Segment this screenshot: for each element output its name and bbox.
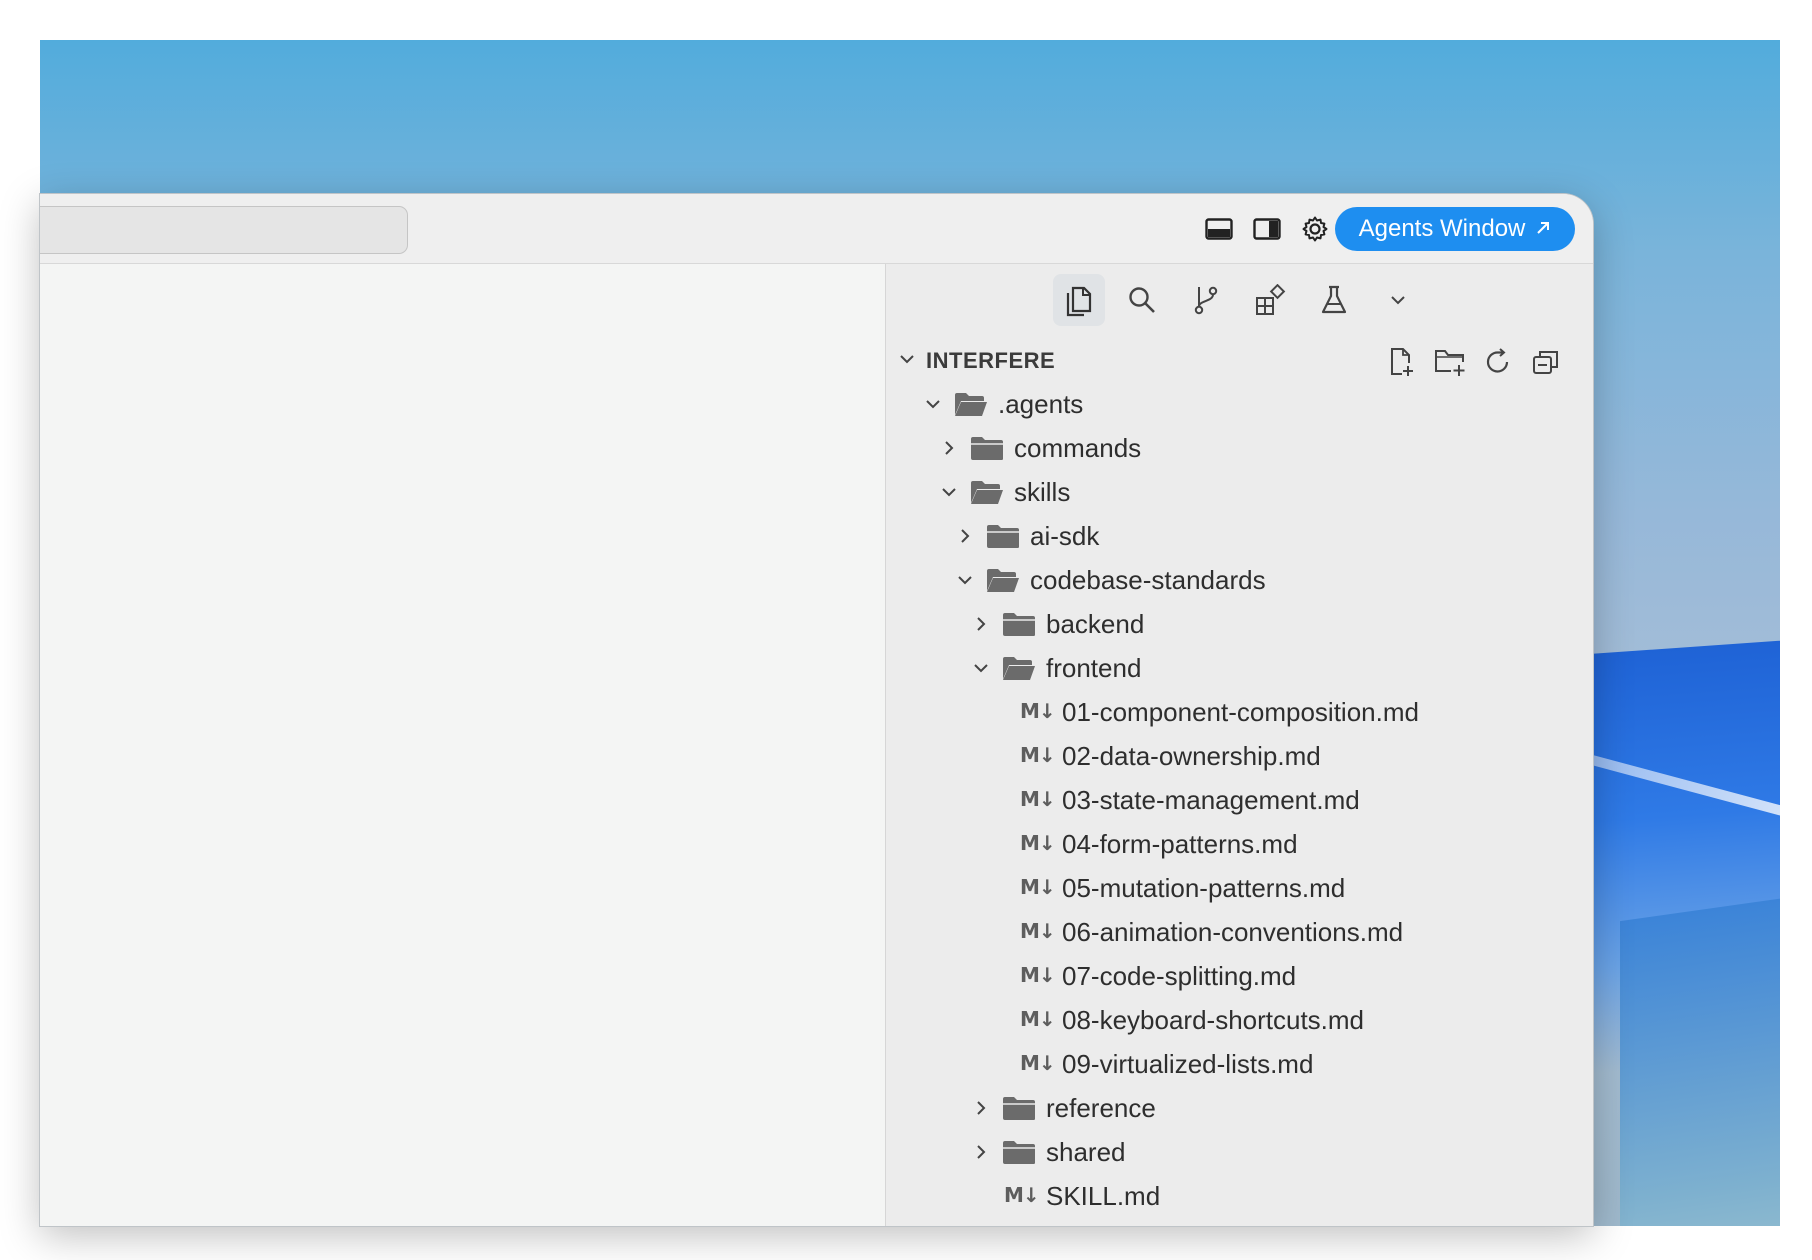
tree-item-label: commands: [1014, 433, 1142, 463]
markdown-icon: M↓: [1004, 1183, 1040, 1207]
editor-window: Agents Window INTERFERE .agents commands…: [40, 194, 1593, 1226]
explorer-icon[interactable]: [1053, 274, 1105, 326]
markdown-icon: M↓: [1020, 831, 1056, 855]
chevron-down-icon[interactable]: [938, 480, 960, 504]
tree-item-label: reference: [1046, 1093, 1156, 1123]
more-chevron-icon[interactable]: [1372, 274, 1424, 326]
chevron-down-icon[interactable]: [954, 568, 976, 592]
folder-icon: [971, 437, 1003, 460]
title-bar: Agents Window: [40, 194, 1593, 264]
editor-area[interactable]: [40, 264, 885, 1226]
wallpaper-swoosh-lower: [1620, 878, 1780, 1226]
tree-file-markdown[interactable]: M↓ 04-form-patterns.md: [886, 822, 1593, 866]
folder-open-icon: [971, 481, 1003, 504]
tree-folder-commands[interactable]: commands: [886, 426, 1593, 470]
tree-file-markdown[interactable]: M↓ 01-component-composition.md: [886, 690, 1593, 734]
refresh-icon[interactable]: [1478, 342, 1518, 382]
tree-folder-shared[interactable]: shared: [886, 1130, 1593, 1174]
tree-item-label: 01-component-composition.md: [1062, 697, 1419, 727]
extensions-icon[interactable]: [1244, 274, 1296, 326]
markdown-icon: M↓: [1020, 919, 1056, 943]
chevron-down-icon[interactable]: [922, 392, 944, 416]
tree-folder-skills[interactable]: skills: [886, 470, 1593, 514]
settings-gear-icon[interactable]: [1298, 212, 1332, 246]
collapse-all-icon[interactable]: [1526, 342, 1566, 382]
tree-folder-frontend[interactable]: frontend: [886, 646, 1593, 690]
tree-item-label: ai-sdk: [1030, 521, 1100, 551]
chevron-right-icon[interactable]: [938, 436, 960, 460]
tree-file-markdown[interactable]: M↓ 02-data-ownership.md: [886, 734, 1593, 778]
tree-item-label: 06-animation-conventions.md: [1062, 917, 1404, 947]
markdown-icon: M↓: [1020, 1051, 1056, 1075]
tree-folder-agents[interactable]: .agents: [886, 382, 1593, 426]
tree-file-markdown[interactable]: M↓ SKILL.md: [886, 1174, 1593, 1218]
agents-window-label: Agents Window: [1358, 215, 1526, 242]
testing-icon[interactable]: [1308, 274, 1360, 326]
tree-folder-backend[interactable]: backend: [886, 602, 1593, 646]
markdown-icon: M↓: [1020, 787, 1056, 811]
tree-item-label: 04-form-patterns.md: [1062, 829, 1298, 859]
chevron-down-icon[interactable]: [970, 656, 992, 680]
tree-folder-ai-sdk[interactable]: ai-sdk: [886, 514, 1593, 558]
tree-item-label: skills: [1014, 477, 1071, 507]
tree-file-markdown[interactable]: M↓ 06-animation-conventions.md: [886, 910, 1593, 954]
toggle-secondary-sidebar-icon[interactable]: [1250, 212, 1284, 246]
explorer-section-header[interactable]: INTERFERE: [886, 342, 1593, 382]
toggle-panel-icon[interactable]: [1202, 212, 1236, 246]
source-control-icon[interactable]: [1180, 274, 1232, 326]
tree-item-label: 09-virtualized-lists.md: [1062, 1049, 1314, 1079]
markdown-icon: M↓: [1020, 1007, 1056, 1031]
folder-open-icon: [955, 393, 987, 416]
folder-icon: [987, 525, 1019, 548]
tree-item-label: frontend: [1046, 653, 1142, 683]
tree-file-markdown[interactable]: M↓ 09-virtualized-lists.md: [886, 1042, 1593, 1086]
new-folder-icon[interactable]: [1430, 342, 1470, 382]
new-file-icon[interactable]: [1382, 342, 1422, 382]
tree-item-label: 03-state-management.md: [1062, 785, 1360, 815]
folder-icon: [1003, 1097, 1035, 1120]
markdown-icon: M↓: [1020, 699, 1056, 723]
folder-open-icon: [1003, 657, 1035, 680]
search-icon[interactable]: [1116, 274, 1168, 326]
tree-file-markdown[interactable]: M↓ 05-mutation-patterns.md: [886, 866, 1593, 910]
section-chevron-down-icon[interactable]: [898, 352, 916, 371]
tree-file-markdown[interactable]: M↓ 07-code-splitting.md: [886, 954, 1593, 998]
tree-item-label: SKILL.md: [1046, 1181, 1161, 1211]
folder-icon: [1003, 1141, 1035, 1164]
explorer-sidebar: INTERFERE .agents commands skills ai-sdk…: [885, 264, 1593, 1226]
external-arrow-icon: [1535, 215, 1551, 243]
chevron-right-icon[interactable]: [970, 612, 992, 636]
tree-folder-codebase-standards[interactable]: codebase-standards: [886, 558, 1593, 602]
tree-folder-reference[interactable]: reference: [886, 1086, 1593, 1130]
tree-item-label: 05-mutation-patterns.md: [1062, 873, 1346, 903]
tree-file-markdown[interactable]: M↓ 08-keyboard-shortcuts.md: [886, 998, 1593, 1042]
folder-open-icon: [987, 569, 1019, 592]
explorer-title: INTERFERE: [926, 348, 1056, 373]
markdown-icon: M↓: [1020, 743, 1056, 767]
chevron-right-icon[interactable]: [970, 1096, 992, 1120]
chevron-right-icon[interactable]: [970, 1140, 992, 1164]
markdown-icon: M↓: [1020, 963, 1056, 987]
tree-item-label: 08-keyboard-shortcuts.md: [1062, 1005, 1365, 1035]
markdown-icon: M↓: [1020, 875, 1056, 899]
folder-icon: [1003, 613, 1035, 636]
agents-window-button[interactable]: Agents Window: [1335, 207, 1575, 251]
chevron-right-icon[interactable]: [954, 524, 976, 548]
command-center-search[interactable]: [40, 206, 408, 254]
tree-file-markdown[interactable]: M↓ 03-state-management.md: [886, 778, 1593, 822]
tree-item-label: 07-code-splitting.md: [1062, 961, 1297, 991]
tree-item-label: shared: [1046, 1137, 1126, 1167]
tree-item-label: codebase-standards: [1030, 565, 1266, 595]
tree-item-label: 02-data-ownership.md: [1062, 741, 1321, 771]
tree-item-label: backend: [1046, 609, 1145, 639]
tree-item-label: .agents: [998, 389, 1084, 419]
